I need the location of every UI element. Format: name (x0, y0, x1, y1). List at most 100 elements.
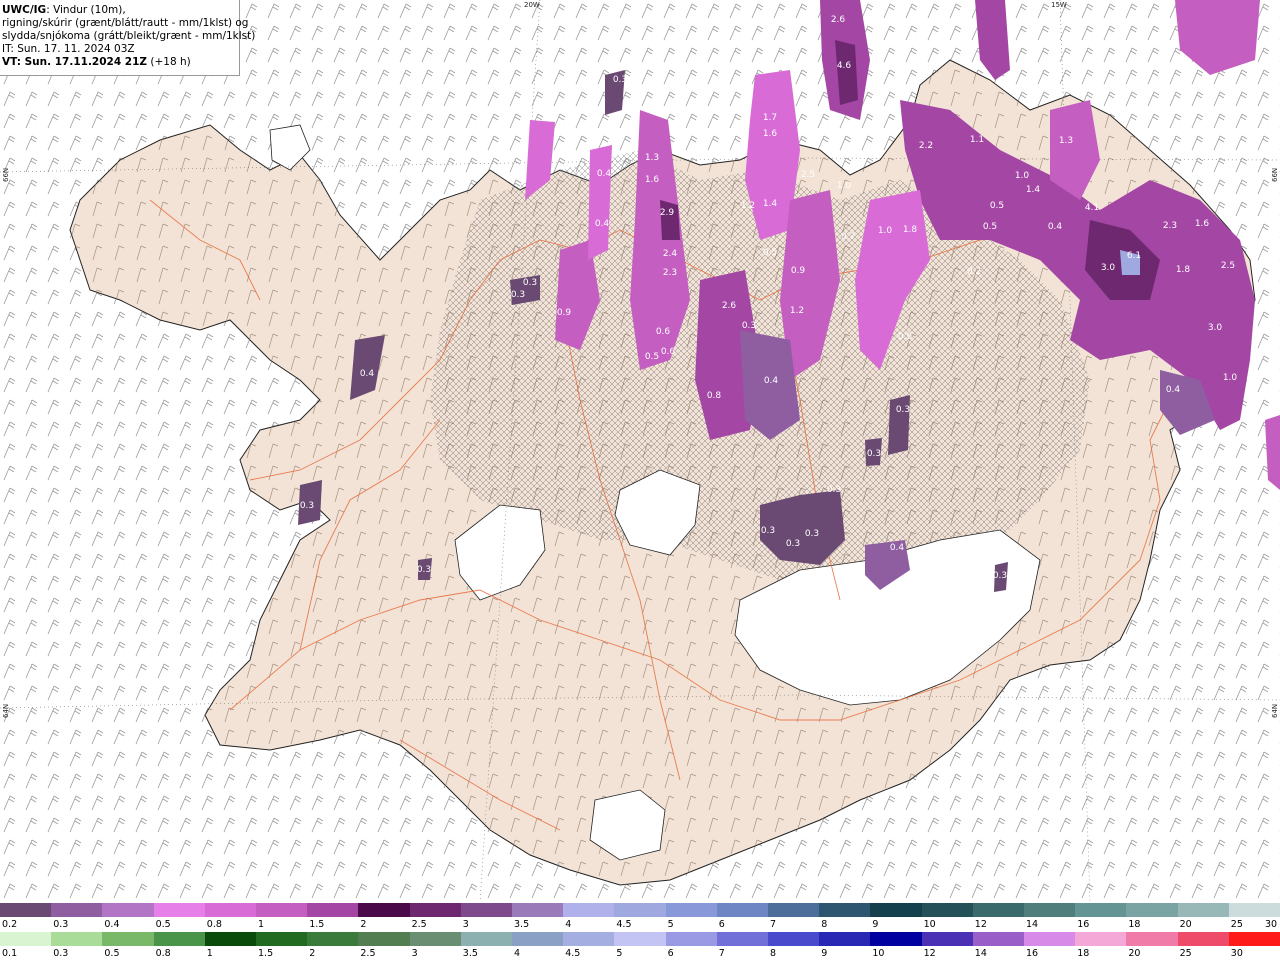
legend-tick-label: 0.2 (2, 919, 18, 930)
legend-tick-label: 10 (872, 948, 885, 959)
legend-tick-label: 7 (770, 919, 777, 930)
legend-tick-label: 0.1 (2, 948, 18, 959)
precip-value-label: 0.5 (983, 222, 997, 232)
precip-value-label: 1.0 (837, 181, 852, 191)
precip-value-label: 2.5 (1221, 261, 1235, 271)
legend-rain-ticks: 0.1 0.3 0.5 0.8 1 1.5 2 2.5 3 3.5 4 4.5 5 6 7 8 9 10 12 14 1… (0, 947, 1280, 959)
legend-tick-label: 18 (1077, 948, 1090, 959)
precip-value-label: 1.0 (1223, 373, 1238, 383)
legend-tick-label: 25 (1230, 919, 1243, 930)
coord-top-15w: 15W (1051, 1, 1067, 9)
legend-swatch (972, 932, 1025, 946)
precip-value-label: 1.6 (763, 129, 778, 139)
legend-swatch (409, 932, 462, 946)
legend-tick-label: 2.5 (360, 948, 376, 959)
legend-swatch (0, 932, 52, 946)
info-title: UWC/IG: Vindur (10m), (2, 4, 239, 17)
legend-swatch (1126, 903, 1179, 917)
precip-value-label: 4.1 (1085, 203, 1099, 213)
legend-tick-label: 0.3 (53, 919, 69, 930)
precip-value-label: 0.6 (661, 347, 676, 357)
precip-value-label: 1.6 (1195, 219, 1210, 229)
precip-value-label: 1.0 (1015, 171, 1030, 181)
precip-value-label: 1.3 (645, 153, 659, 163)
legend-swatch (819, 903, 871, 917)
legend-tick-label: 5 (667, 919, 674, 930)
precip-value-label: 0.5 (990, 201, 1004, 211)
legend-swatch (512, 903, 564, 917)
legend-swatch (256, 903, 308, 917)
legend-tick-label: 30 (1265, 919, 1278, 930)
precip-value-label: 0.3 (993, 571, 1007, 581)
legend-tick-label: 12 (923, 948, 936, 959)
precip-value-label: 0.3 (511, 290, 525, 300)
legend-tick-label: 2 (309, 948, 316, 959)
legend-tick-label: 4 (565, 919, 572, 930)
legend-tick-label: 0.8 (206, 919, 222, 930)
legend-tick-label: 5 (616, 948, 623, 959)
precip-value-label: 0.4 (360, 369, 375, 379)
legend-swatch (0, 903, 52, 917)
precip-value-label: 0.4 (1166, 385, 1181, 395)
precip-value-label: 2.6 (722, 301, 737, 311)
precip-value-label: 4.6 (837, 61, 852, 71)
precip-value-label: 1.7 (763, 113, 777, 123)
precip-value-label: 0.3 (827, 485, 841, 495)
legend-tick-label: 4.5 (565, 948, 581, 959)
legend-swatch (768, 932, 820, 946)
precip-value-label: 0.5 (763, 248, 777, 258)
info-rain-line: rigning/skúrir (grænt/blátt/rautt - mm/1… (2, 17, 249, 29)
legend-swatch (768, 903, 820, 917)
coord-top-20w: 20W (524, 1, 540, 9)
precip-value-label: 0.4 (890, 543, 905, 553)
precip-value-label: 0.8 (707, 391, 722, 401)
model-name: UWC/IG (2, 4, 47, 16)
precip-value-label: 0.6 (656, 327, 671, 337)
legend-tick-label: 1 (258, 919, 265, 930)
precip-value-label: 0.4 (595, 219, 610, 229)
precip-value-label: 2.5 (801, 170, 815, 180)
legend-tick-label: 14 (974, 948, 987, 959)
precip-value-label: 1.4 (1026, 185, 1041, 195)
legend-tick-label: 6 (718, 919, 725, 930)
precip-value-label: 0.4 (597, 169, 612, 179)
precip-value-label: 1.0 (878, 226, 893, 236)
legend-swatch (204, 903, 257, 917)
legend-swatch (614, 932, 667, 946)
legend-swatch (358, 903, 411, 917)
valid-time-rest: (+18 h) (147, 56, 191, 68)
valid-time-bold: VT: Sun. 17.11.2024 21Z (2, 56, 148, 68)
coord-right-64n: 64N (1271, 703, 1279, 718)
legend-tick-label: 3.5 (514, 919, 530, 930)
legend-swatch (1228, 932, 1280, 946)
legend-swatch (1024, 903, 1076, 917)
precip-cell-core (660, 200, 680, 240)
weather-map[interactable]: 2.6 4.6 0.3 1.7 1.6 2.2 1.1 1.3 1.3 1.6 2.5 1.0 1.4 1… (0, 0, 1280, 903)
legend-tick-label: 3 (411, 948, 418, 959)
coord-left-66n: 66N (2, 167, 10, 182)
legend-tick-label: 8 (821, 919, 828, 930)
precip-value-label: 1.6 (645, 175, 660, 185)
precip-value-label: 1.8 (903, 225, 918, 235)
legend-swatch (563, 903, 615, 917)
legend-swatch (204, 932, 257, 946)
precip-value-label: 0.3 (867, 449, 881, 459)
legend-tick-label: 12 (974, 919, 987, 930)
info-valid-time: VT: Sun. 17.11.2024 21Z (+18 h) (2, 56, 239, 69)
legend-tick-label: 18 (1128, 919, 1141, 930)
legend-tick-label: 30 (1230, 948, 1243, 959)
precip-value-label: 2.6 (831, 15, 846, 25)
legend-swatch (1024, 932, 1076, 946)
legend-swatch (153, 932, 206, 946)
precip-value-label: 1.2 (790, 306, 804, 316)
legend-tick-label: 20 (1179, 919, 1192, 930)
legend-tick-label: 20 (1128, 948, 1141, 959)
map-canvas: 2.6 4.6 0.3 1.7 1.6 2.2 1.1 1.3 1.3 1.6 2.5 1.0 1.4 1… (0, 0, 1280, 903)
legend-tick-label: 1 (206, 948, 213, 959)
legend-tick-label: 3 (462, 919, 469, 930)
precip-value-label: 0.4 (764, 376, 779, 386)
legend-swatch (1126, 932, 1179, 946)
legend-swatch (870, 932, 923, 946)
legend-swatch (819, 932, 871, 946)
legend-swatch (972, 903, 1025, 917)
